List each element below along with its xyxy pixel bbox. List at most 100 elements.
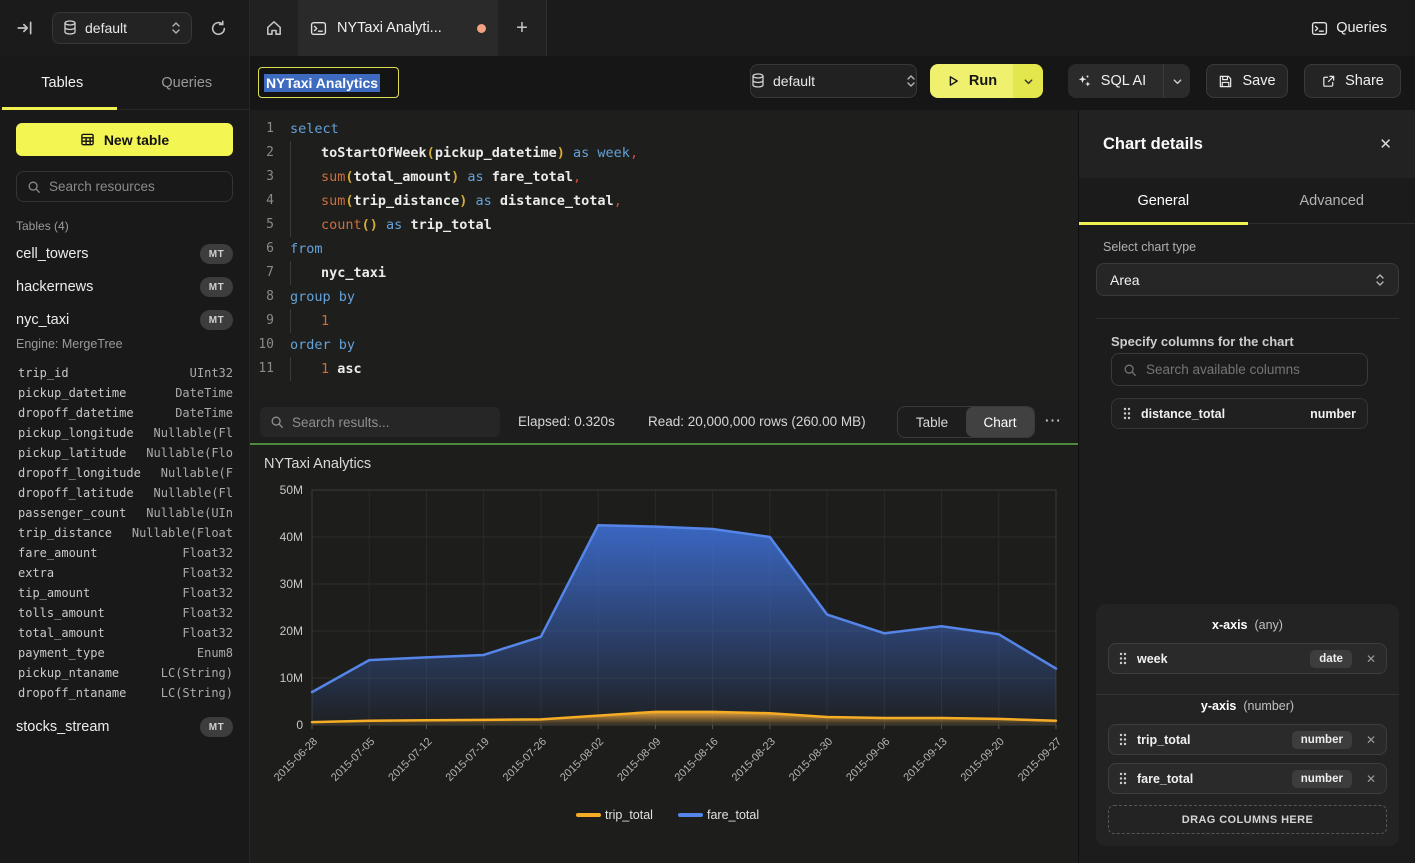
sidebar-search-input[interactable] [49, 179, 222, 194]
refresh-button[interactable] [206, 17, 230, 39]
column-row: extraFloat32 [18, 563, 233, 583]
save-button[interactable]: Save [1206, 64, 1288, 98]
run-options-button[interactable] [1013, 64, 1043, 98]
sidebar-search[interactable] [16, 171, 233, 202]
code-line: 8group by [250, 285, 1078, 309]
x-axis-label: x-axis [1212, 618, 1247, 632]
legend-item-trip_total[interactable]: trip_total [578, 808, 653, 822]
tab-general[interactable]: General [1079, 178, 1248, 223]
search-icon [1123, 363, 1137, 377]
column-row: pickup_longitudeNullable(Fl [18, 423, 233, 443]
results-search[interactable] [260, 407, 500, 437]
sql-editor[interactable]: 1select2toStartOfWeek(pickup_datetime) a… [250, 110, 1078, 402]
engine-note: Engine: MergeTree [16, 337, 123, 351]
drag-columns-drop-zone[interactable]: DRAG COLUMNS HERE [1108, 805, 1387, 834]
x-axis-tick-label: 2015-06-28 [272, 736, 320, 784]
table-row-stocks-stream[interactable]: stocks_stream MT [16, 715, 233, 739]
code-line: 7nyc_taxi [250, 261, 1078, 285]
column-name: pickup_longitude [18, 426, 154, 440]
column-name: passenger_count [18, 506, 146, 520]
share-button[interactable]: Share [1304, 64, 1401, 98]
run-button[interactable]: Run [930, 64, 1013, 98]
new-table-label: New table [104, 132, 169, 148]
code-text: toStartOfWeek(pickup_datetime) as week, [290, 141, 638, 165]
column-type: number [1310, 407, 1356, 421]
collapse-sidebar-button[interactable] [14, 18, 36, 38]
x-axis-tick-label: 2015-08-23 [730, 736, 778, 784]
x-axis-tick-label: 2015-08-02 [558, 736, 606, 784]
results-search-input[interactable] [292, 415, 490, 430]
close-icon[interactable]: ✕ [1379, 135, 1392, 153]
database-selector[interactable]: default [52, 12, 192, 44]
chart-title: NYTaxi Analytics [264, 456, 371, 472]
chart-details-tabs: General Advanced [1079, 178, 1415, 224]
code-text: nyc_taxi [290, 261, 386, 285]
column-type: Float32 [182, 546, 233, 560]
code-line: 3sum(total_amount) as fare_total, [250, 165, 1078, 189]
tab-tables-label: Tables [41, 75, 83, 91]
chart-type-select[interactable]: Area [1096, 263, 1399, 296]
table-row-nyc-taxi[interactable]: nyc_taxi MT [16, 308, 233, 332]
y-axis-item-fare-total[interactable]: fare_total number ✕ [1108, 763, 1387, 794]
line-number: 11 [250, 357, 290, 381]
more-options-icon[interactable]: ⋯ [1044, 411, 1062, 431]
columns-search-input[interactable] [1146, 362, 1356, 377]
queries-button[interactable]: Queries [1311, 14, 1387, 42]
x-axis-tick-label: 2015-08-30 [787, 736, 835, 784]
unsaved-changes-dot [477, 24, 486, 33]
chart-type-label: Select chart type [1103, 240, 1196, 254]
queries-button-label: Queries [1336, 20, 1387, 36]
home-button[interactable] [250, 0, 298, 56]
chevron-updown-icon [171, 21, 181, 35]
sql-ai-button[interactable]: SQL AI [1068, 64, 1154, 98]
remove-icon[interactable]: ✕ [1366, 733, 1376, 747]
engine-badge: MT [200, 244, 233, 264]
column-type: Float32 [182, 586, 233, 600]
x-axis-tick-label: 2015-09-06 [844, 736, 892, 784]
remove-icon[interactable]: ✕ [1366, 772, 1376, 786]
code-text: select [290, 117, 339, 141]
table-name: nyc_taxi [16, 312, 200, 328]
legend-item-fare_total[interactable]: fare_total [680, 808, 759, 822]
sql-ai-options-button[interactable] [1163, 64, 1190, 98]
line-number: 2 [250, 141, 290, 165]
table-row-cell-towers[interactable]: cell_towers MT [16, 242, 233, 266]
engine-badge: MT [200, 277, 233, 297]
view-toggle-table[interactable]: Table [898, 407, 966, 437]
query-database-selector[interactable]: default [750, 64, 917, 98]
plus-icon: + [516, 17, 528, 40]
new-table-button[interactable]: New table [16, 123, 233, 156]
sidebar: Tables Queries New table Tables (4) cell… [0, 56, 250, 863]
chevron-updown-icon [1375, 273, 1385, 287]
tab-nytaxi-analytics[interactable]: NYTaxi Analyti... [298, 0, 498, 56]
save-icon [1218, 74, 1233, 89]
tab-advanced[interactable]: Advanced [1248, 178, 1415, 223]
available-column-distance-total[interactable]: distance_total number [1111, 398, 1368, 429]
tab-title: NYTaxi Analyti... [337, 20, 467, 36]
code-line: 5count() as trip_total [250, 213, 1078, 237]
column-type: DateTime [175, 406, 233, 420]
column-type: LC(String) [161, 686, 233, 700]
code-text: count() as trip_total [290, 213, 492, 237]
column-row: dropoff_ntanameLC(String) [18, 683, 233, 703]
table-row-hackernews[interactable]: hackernews MT [16, 275, 233, 299]
column-name: pickup_latitude [18, 446, 146, 460]
query-database-value: default [773, 73, 898, 89]
column-type: DateTime [175, 386, 233, 400]
query-title-input[interactable]: NYTaxi Analytics [258, 67, 399, 98]
tab-queries[interactable]: Queries [125, 56, 250, 109]
sql-ai-label: SQL AI [1101, 73, 1146, 89]
remove-icon[interactable]: ✕ [1366, 652, 1376, 666]
column-name: tip_amount [18, 586, 182, 600]
chart-details-header: Chart details ✕ [1079, 110, 1415, 178]
columns-search[interactable] [1111, 353, 1368, 386]
tab-queries-label: Queries [161, 75, 212, 91]
x-axis-item-week[interactable]: week date ✕ [1108, 643, 1387, 674]
new-tab-button[interactable]: + [498, 0, 546, 56]
code-line: 1select [250, 117, 1078, 141]
line-number: 5 [250, 213, 290, 237]
tab-tables[interactable]: Tables [0, 56, 125, 109]
y-axis-item-trip-total[interactable]: trip_total number ✕ [1108, 724, 1387, 755]
x-axis-tick-label: 2015-09-27 [1016, 736, 1064, 784]
view-toggle-chart[interactable]: Chart [966, 407, 1034, 437]
